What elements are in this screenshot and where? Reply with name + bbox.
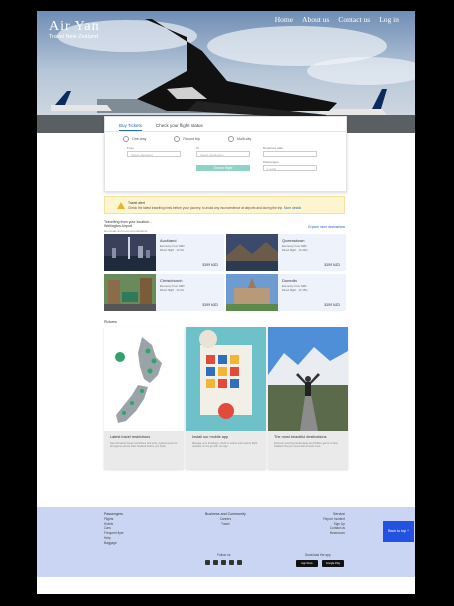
chevron-up-icon: ^ (407, 529, 409, 533)
destination-image (104, 274, 156, 311)
notice-title: Travel alert (128, 201, 145, 205)
pictures-heading: Pictures (104, 320, 117, 324)
instagram-icon[interactable] (213, 560, 218, 565)
picture-title: The most beautiful destinations (274, 435, 327, 439)
picture-card-restrictions[interactable]: Latest travel restrictions See the lates… (104, 327, 184, 469)
footer-link[interactable]: Travel (205, 522, 246, 527)
back-to-top-button[interactable]: Back to top ^ (383, 521, 414, 542)
destination-card-queenstown[interactable]: Queenstown Economy from NZD Direct flight… (226, 234, 346, 271)
picture-desc: See the latest travel restrictions and e… (110, 442, 178, 449)
tab-flight-status[interactable]: Check your flight status (156, 123, 203, 131)
destination-meta: Direct flight · 1h 5m (160, 247, 185, 252)
destination-card-dunedin[interactable]: Dunedin Economy from NZD Direct flight · … (226, 274, 346, 311)
facebook-icon[interactable] (205, 560, 210, 565)
picture-desc: Discover stunning landscapes and hidden … (274, 442, 338, 449)
destination-card-auckland[interactable]: Auckland Economy from NZD Direct flight ·… (104, 234, 224, 271)
from-input[interactable]: Select departure (127, 151, 181, 157)
footer-service: Service Report Incident Sign Up Contact … (309, 512, 345, 536)
passengers-label: Passengers (263, 160, 279, 164)
google-play-badge[interactable]: Google Play (322, 560, 344, 567)
destination-city: Christchurch (160, 278, 183, 283)
destination-image (226, 274, 278, 311)
linkedin-icon[interactable] (237, 560, 242, 565)
passengers-select[interactable]: 1 adult (263, 165, 317, 171)
picture-title: Install our mobile app (192, 435, 229, 439)
notice-body: Check the latest travelling hints before… (128, 206, 283, 210)
radio-label: One-way (132, 137, 147, 141)
destination-price: $199 NZD (324, 263, 340, 267)
destination-details: Economy from NZD Direct flight · 1h 5m (160, 244, 185, 252)
destination-price: $199 NZD (324, 303, 340, 307)
mountain-road-image (268, 327, 348, 431)
follow-us-label: Follow us (217, 553, 231, 557)
destination-city: Dunedin (282, 278, 297, 283)
destination-image (104, 234, 156, 271)
from-label: From (127, 146, 134, 150)
destination-meta: Direct flight · 1h 20m (282, 247, 308, 252)
download-app-label: Download the app (305, 553, 331, 557)
to-input[interactable]: Select destination (196, 151, 250, 157)
picture-title: Latest travel restrictions (110, 435, 151, 439)
departure-date-input[interactable] (263, 151, 317, 157)
nav-about[interactable]: About us (302, 15, 329, 24)
app-store-badge[interactable]: App Store (296, 560, 318, 567)
destination-details: Economy from NZD Direct flight · 1h 0m (160, 284, 185, 292)
destination-meta: Direct flight · 1h 15m (282, 287, 308, 292)
footer-link[interactable]: Baggage (104, 541, 124, 546)
flight-search-panel: Buy Tickets Check your flight status One… (104, 116, 347, 192)
nav-login[interactable]: Log in (379, 15, 399, 24)
explore-link[interactable]: Explore more destinations (308, 225, 345, 229)
footer: Passengers Flights Hotels Cars Frequent … (37, 507, 415, 577)
youtube-icon[interactable] (229, 560, 234, 565)
picture-desc: Manage your bookings, check in online an… (192, 442, 258, 449)
nav-contact[interactable]: Contact us (338, 15, 370, 24)
destination-price: $199 NZD (202, 263, 218, 267)
picture-card-destinations[interactable]: The most beautiful destinations Discover… (268, 327, 348, 469)
picture-card-mobile-app[interactable]: Install our mobile app Manage your booki… (186, 327, 266, 469)
notice-text: Check the latest travelling hints before… (128, 206, 301, 210)
brand-tagline: Travel New Zealand (49, 34, 99, 40)
departure-label: Departure date (263, 146, 284, 150)
social-links (205, 560, 242, 565)
travel-line-3: Hot deals and recommendations (104, 228, 148, 233)
radio-label: Multi-city (236, 137, 252, 141)
nav-home[interactable]: Home (275, 15, 293, 24)
radio-label: Round trip (183, 137, 200, 141)
brand[interactable]: Air Yan Travel New Zealand (49, 19, 100, 40)
tab-divider (105, 131, 346, 132)
to-label: To (196, 146, 200, 150)
destination-city: Queenstown (282, 238, 305, 243)
destination-details: Economy from NZD Direct flight · 1h 15m (282, 284, 308, 292)
back-to-top-label: Back to top (388, 529, 407, 533)
search-flight-button[interactable]: Search flight (196, 165, 250, 171)
twitter-icon[interactable] (221, 560, 226, 565)
mobile-app-image (186, 327, 266, 431)
destination-details: Economy from NZD Direct flight · 1h 20m (282, 244, 308, 252)
destination-price: $199 NZD (202, 303, 218, 307)
page: Air Yan Travel New Zealand Home About us… (37, 11, 415, 594)
destination-card-christchurch[interactable]: Christchurch Economy from NZD Direct flig… (104, 274, 224, 311)
destination-image (226, 234, 278, 271)
hero-banner: Air Yan Travel New Zealand Home About us… (37, 11, 415, 133)
destination-meta: Direct flight · 1h 0m (160, 287, 185, 292)
footer-passengers: Passengers Flights Hotels Cars Frequent … (104, 512, 124, 546)
footer-business: Business and Community Careers Travel (205, 512, 246, 526)
tab-buy-tickets[interactable]: Buy Tickets (119, 123, 143, 131)
destination-city: Auckland (160, 238, 177, 243)
footer-link[interactable]: Newsroom (309, 531, 345, 536)
top-nav: Home About us Contact us Log in (275, 15, 399, 24)
travel-notice: Travel alert Check the latest travelling… (104, 196, 345, 214)
nz-map-image (104, 327, 184, 431)
warning-icon (117, 202, 125, 209)
brand-name: Air Yan (49, 19, 100, 34)
notice-link[interactable]: More details (284, 206, 301, 210)
travel-header: Travelling from your location... Welling… (104, 220, 152, 233)
